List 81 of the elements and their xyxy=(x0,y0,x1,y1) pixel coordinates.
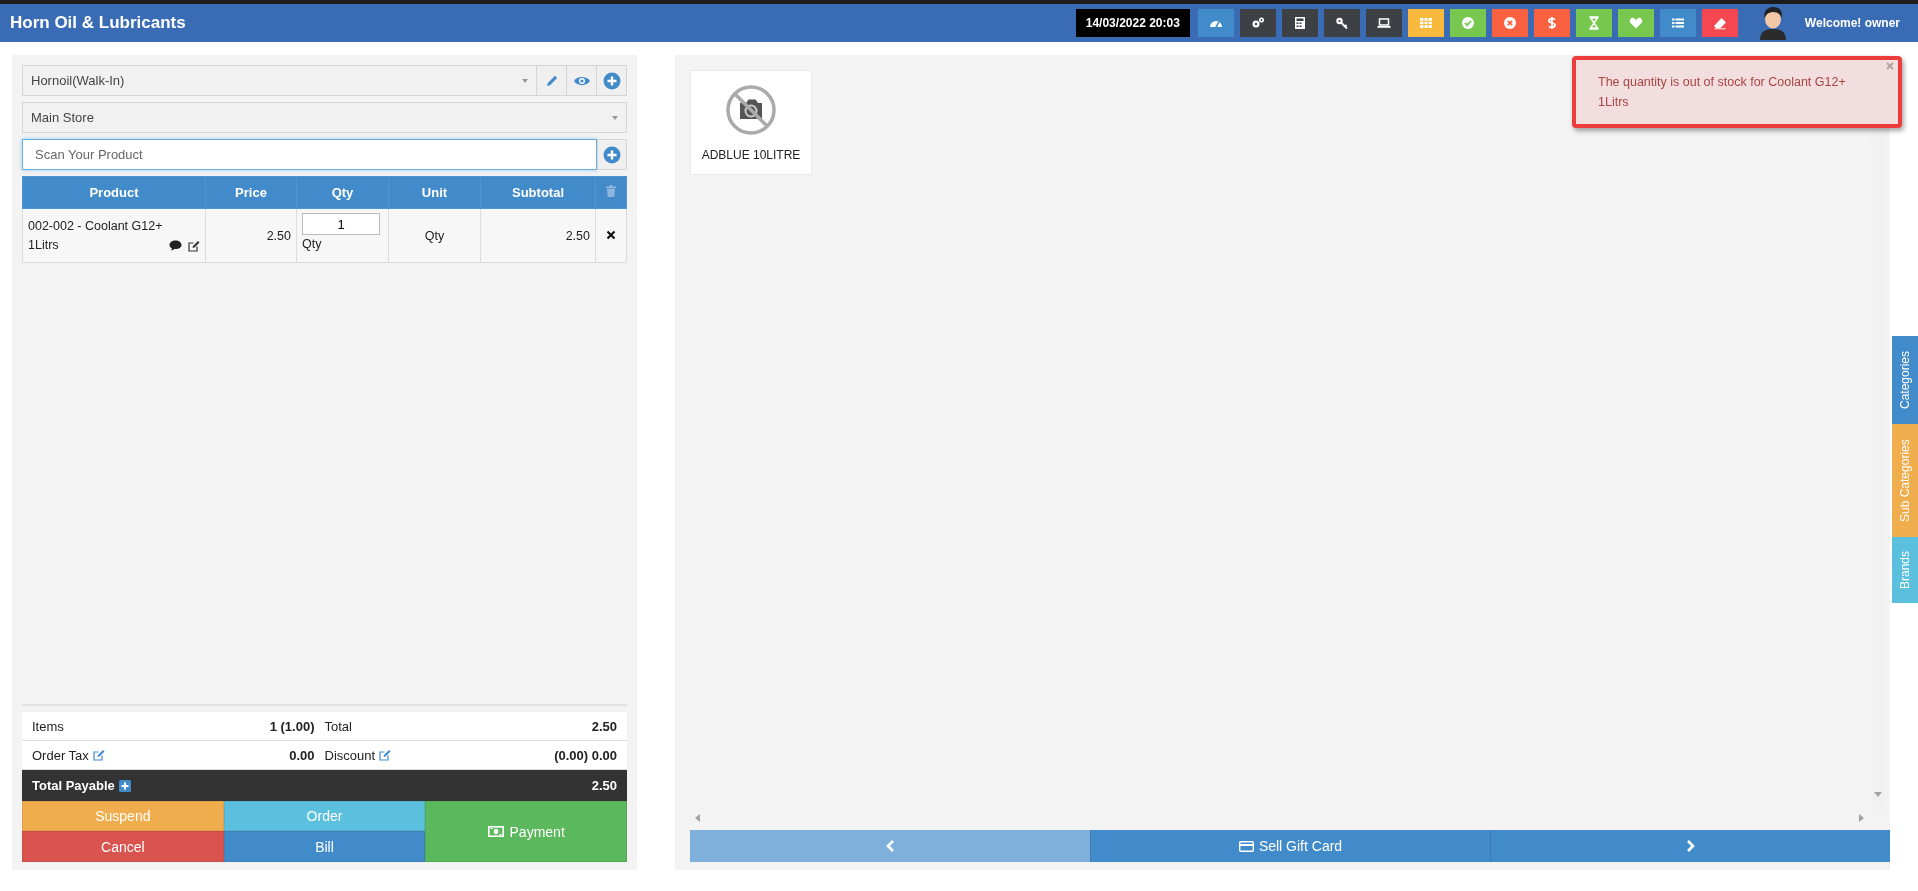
items-label: Items xyxy=(32,718,65,734)
eraser-icon xyxy=(1712,16,1727,30)
toolbar-button[interactable] xyxy=(1239,9,1276,37)
payment-button[interactable]: Payment xyxy=(425,801,627,862)
date-time: 14/03/2022 20:03 xyxy=(1075,9,1190,37)
sell-gift-card-button[interactable]: Sell Gift Card xyxy=(1090,830,1490,862)
pencil-icon xyxy=(544,73,559,88)
grid-icon xyxy=(1418,16,1433,30)
bill-button[interactable]: Bill xyxy=(223,831,426,862)
side-tab[interactable]: Sub Categories xyxy=(1892,424,1918,537)
total-value: 2.50 xyxy=(590,718,617,734)
scan-product-field[interactable]: Scan Your Product xyxy=(22,139,597,170)
welcome-text: Welcome! owner xyxy=(1804,16,1900,30)
add-product-button[interactable] xyxy=(597,139,627,170)
suspend-button[interactable]: Suspend xyxy=(22,801,224,831)
cross-icon xyxy=(1502,16,1517,30)
heart-icon xyxy=(1628,16,1643,30)
toolbar-button[interactable] xyxy=(1701,9,1738,37)
product-name: 002-002 - Coolant G12+ 1Litrs xyxy=(28,217,164,254)
key-icon xyxy=(1334,16,1349,30)
money-icon xyxy=(487,826,504,837)
order-tax-label: Order Tax xyxy=(32,747,89,763)
hourglass-icon xyxy=(1586,16,1601,30)
toolbar-button[interactable] xyxy=(1197,9,1234,37)
toolbar-button[interactable] xyxy=(1575,9,1612,37)
chevron-left-icon xyxy=(885,840,895,852)
toolbar-button[interactable] xyxy=(1281,9,1318,37)
no-photo-icon xyxy=(725,83,777,136)
credit-card-icon xyxy=(1238,840,1254,852)
view-customer-button[interactable] xyxy=(567,65,597,96)
column-header: Product xyxy=(22,176,206,209)
toolbar-button[interactable] xyxy=(1449,9,1486,37)
side-tab[interactable]: Brands xyxy=(1892,537,1918,603)
discount-value: (0.00) 0.00 xyxy=(553,747,617,763)
eye-icon xyxy=(572,74,591,87)
quantity-label: Qty xyxy=(302,237,322,251)
quantity-field[interactable]: 1 xyxy=(302,213,380,235)
total-payable-value: 2.50 xyxy=(591,778,617,793)
toolbar-button[interactable] xyxy=(1365,9,1402,37)
comment-icon[interactable] xyxy=(169,239,182,251)
laptop-icon xyxy=(1376,16,1391,30)
order-tax-value: 0.00 xyxy=(288,747,316,763)
warehouse-select[interactable]: Main Store xyxy=(22,102,627,133)
toolbar-button[interactable] xyxy=(1491,9,1528,37)
toolbar-button[interactable] xyxy=(1533,9,1570,37)
total-payable-label: Total Payable xyxy=(32,778,115,793)
caret-icon xyxy=(612,115,618,120)
items-value: 1 (1.00) xyxy=(268,718,316,734)
plus-icon xyxy=(602,71,621,90)
product-tile[interactable]: ADBLUE 10LITRE xyxy=(690,70,812,175)
add-customer-button[interactable] xyxy=(597,65,627,96)
plus-icon xyxy=(603,145,621,164)
toolbar-button[interactable] xyxy=(1407,9,1444,37)
edit-customer-button[interactable] xyxy=(537,65,567,96)
toolbar-button[interactable] xyxy=(1617,9,1654,37)
customer-select[interactable]: Hornoil(Walk-In) xyxy=(22,65,537,96)
table-cell: 2.50 xyxy=(205,208,297,263)
close-icon[interactable] xyxy=(606,229,616,240)
column-header: Price xyxy=(205,176,297,209)
total-label: Total xyxy=(324,718,353,734)
plus-icon[interactable] xyxy=(118,779,131,792)
edit-icon[interactable] xyxy=(188,239,200,252)
list-icon xyxy=(1670,16,1685,30)
discount-label: Discount xyxy=(324,747,376,763)
calculator-icon xyxy=(1292,16,1307,30)
table-cell: 2.50 xyxy=(480,208,596,263)
alert-toast: The quantity is out of stock for Coolant G12+ 1Litrs xyxy=(1572,56,1902,128)
caret-icon xyxy=(522,78,528,83)
column-header: Qty xyxy=(296,176,389,209)
toolbar-button[interactable] xyxy=(1323,9,1360,37)
column-header: Unit xyxy=(388,176,481,209)
app-title: Horn Oil & Lubricants xyxy=(10,13,186,33)
order-button[interactable]: Order xyxy=(223,801,426,831)
column-header: Subtotal xyxy=(480,176,596,209)
chevron-right-icon xyxy=(1685,840,1696,852)
cancel-button[interactable]: Cancel xyxy=(22,831,224,862)
toolbar-button[interactable] xyxy=(1659,9,1696,37)
side-tab[interactable]: Categories xyxy=(1892,336,1918,424)
gears-icon xyxy=(1250,16,1265,30)
table-cell: Qty xyxy=(388,208,481,263)
check-icon xyxy=(1460,16,1475,30)
